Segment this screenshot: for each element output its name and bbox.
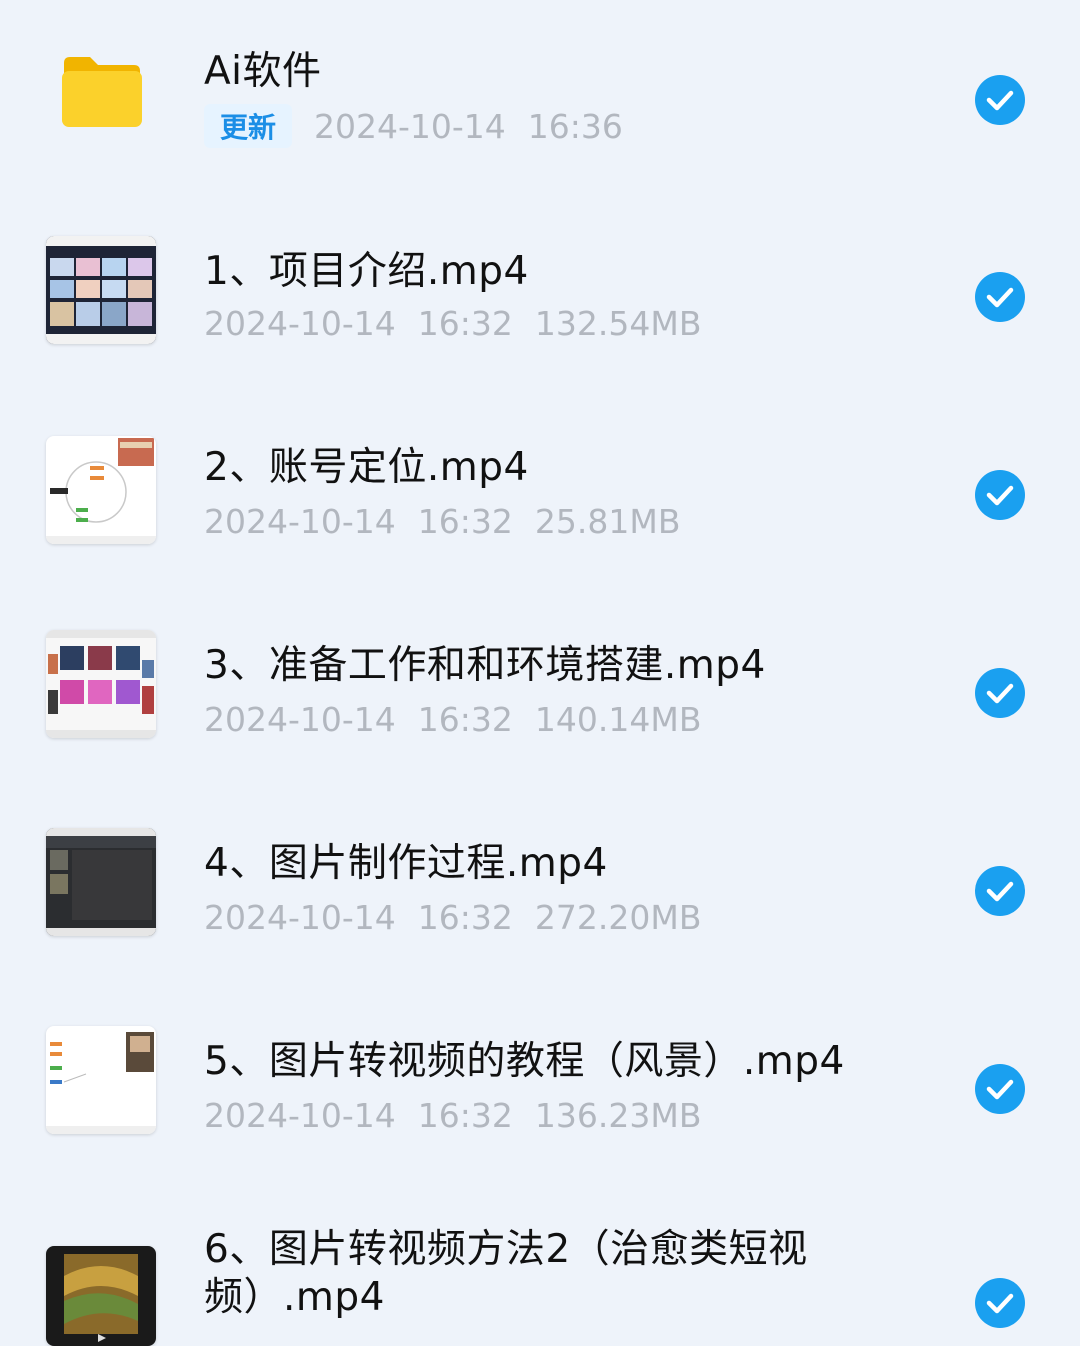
file-name: Ai软件 (204, 49, 322, 94)
checkmark-icon[interactable] (975, 866, 1025, 916)
file-size: 136.23MB (534, 1096, 702, 1135)
file-meta: 2024-10-14 16:32 272.20MB (204, 898, 723, 937)
checkmark-icon[interactable] (975, 668, 1025, 718)
checkmark-icon[interactable] (975, 470, 1025, 520)
file-time: 16:32 (417, 898, 513, 937)
update-badge: 更新 (204, 104, 293, 148)
file-meta: 2024-10-14 16:32 140.14MB (204, 700, 723, 739)
file-row[interactable]: 3、准备工作和和环境搭建.mp4 2024-10-14 16:32 140.14MB (0, 594, 1080, 792)
file-date: 2024-10-14 (204, 1096, 396, 1135)
file-meta: 2024-10-14 16:32 136.23MB (204, 1096, 723, 1135)
file-name: 2、账号定位.mp4 (204, 445, 529, 490)
file-date: 2024-10-14 (204, 502, 396, 541)
file-size: 25.81MB (534, 502, 681, 541)
file-time: 16:32 (417, 304, 513, 343)
checkmark-icon[interactable] (975, 272, 1025, 322)
file-name: 4、图片制作过程.mp4 (204, 841, 608, 886)
video-thumbnail (46, 828, 156, 936)
checkmark-icon[interactable] (975, 1278, 1025, 1328)
file-size: 272.20MB (534, 898, 702, 937)
file-row[interactable]: 6、图片转视频方法2（治愈类短视频）.mp4 (0, 1188, 1080, 1346)
file-name: 6、图片转视频方法2（治愈类短视频）.mp4 (204, 1227, 808, 1320)
video-thumbnail (46, 1026, 156, 1134)
video-thumbnail (46, 236, 156, 344)
file-name: 5、图片转视频的教程（风景）.mp4 (204, 1039, 845, 1084)
file-time: 16:32 (417, 502, 513, 541)
video-thumbnail (46, 1246, 156, 1346)
file-row-folder[interactable]: Ai软件 更新 2024-10-14 16:36 (0, 0, 1080, 198)
file-size: 140.14MB (534, 700, 702, 739)
file-size: 132.54MB (534, 304, 702, 343)
checkmark-icon[interactable] (975, 1064, 1025, 1114)
file-date: 2024-10-14 (314, 107, 506, 146)
file-name: 3、准备工作和和环境搭建.mp4 (204, 643, 766, 688)
file-meta: 2024-10-14 16:32 25.81MB (204, 502, 702, 541)
file-row[interactable]: 4、图片制作过程.mp4 2024-10-14 16:32 272.20MB (0, 792, 1080, 990)
file-meta: 2024-10-14 16:32 132.54MB (204, 304, 723, 343)
file-row[interactable]: 1、项目介绍.mp4 2024-10-14 16:32 132.54MB (0, 198, 1080, 396)
video-thumbnail (46, 630, 156, 738)
file-time: 16:36 (527, 107, 623, 146)
file-meta: 2024-10-14 16:36 (314, 107, 645, 146)
file-time: 16:32 (417, 700, 513, 739)
folder-icon (60, 55, 142, 127)
video-thumbnail (46, 436, 156, 544)
file-name: 1、项目介绍.mp4 (204, 249, 529, 294)
file-date: 2024-10-14 (204, 304, 396, 343)
file-row[interactable]: 2、账号定位.mp4 2024-10-14 16:32 25.81MB (0, 396, 1080, 594)
checkmark-icon[interactable] (975, 75, 1025, 125)
file-date: 2024-10-14 (204, 898, 396, 937)
file-time: 16:32 (417, 1096, 513, 1135)
file-date: 2024-10-14 (204, 700, 396, 739)
file-row[interactable]: 5、图片转视频的教程（风景）.mp4 2024-10-14 16:32 136.23… (0, 990, 1080, 1188)
